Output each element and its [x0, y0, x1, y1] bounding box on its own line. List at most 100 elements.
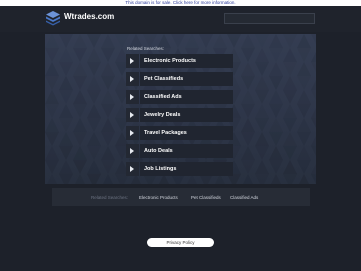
- related-link-item[interactable]: Pet Classifieds: [126, 72, 233, 86]
- link-body[interactable]: Job Listings: [140, 162, 233, 176]
- pattern-triangle: [255, 34, 269, 48]
- pattern-triangle: [283, 132, 297, 146]
- pattern-triangle: [255, 104, 269, 118]
- pattern-triangle: [255, 62, 269, 76]
- pattern-triangle: [283, 104, 297, 118]
- pattern-triangle: [87, 34, 101, 48]
- link-arrow-box[interactable]: [126, 144, 139, 158]
- link-arrow-box[interactable]: [126, 126, 139, 140]
- related-link-item[interactable]: Electronic Products: [126, 54, 233, 68]
- pattern-triangle: [297, 62, 311, 76]
- related-link-item[interactable]: Job Listings: [126, 162, 233, 176]
- pattern-triangle: [283, 160, 297, 174]
- pattern-triangle: [101, 118, 115, 132]
- pattern-triangle: [73, 118, 87, 132]
- pattern-triangle: [297, 118, 311, 132]
- related-link-label[interactable]: Classified Ads: [144, 94, 182, 100]
- link-body[interactable]: Classified Ads: [140, 90, 233, 104]
- pattern-triangle: [101, 90, 115, 104]
- chevron-right-icon: [130, 58, 134, 64]
- pattern-triangle: [241, 132, 255, 146]
- link-arrow-box[interactable]: [126, 162, 139, 176]
- pattern-triangle: [101, 62, 115, 76]
- pattern-triangle: [297, 76, 311, 90]
- search-input[interactable]: [224, 13, 315, 24]
- related-searches-label: Related Searches:: [127, 46, 165, 51]
- pattern-triangle: [243, 174, 253, 184]
- pattern-triangle: [311, 174, 316, 184]
- related-link-label[interactable]: Travel Packages: [144, 130, 187, 136]
- related-link-item[interactable]: Classified Ads: [126, 90, 233, 104]
- pattern-triangle: [73, 132, 87, 146]
- pattern-triangle: [255, 48, 269, 62]
- pattern-triangle: [241, 146, 255, 160]
- pattern-triangle: [297, 90, 311, 104]
- link-body[interactable]: Travel Packages: [140, 126, 233, 140]
- pattern-triangle: [255, 146, 269, 160]
- domain-sale-notice-text[interactable]: This domain is for sale. Click here for …: [125, 0, 235, 5]
- related-link-label[interactable]: Auto Deals: [144, 148, 173, 154]
- pattern-triangle: [311, 146, 316, 156]
- pattern-triangle: [101, 104, 115, 118]
- pattern-triangle: [47, 174, 57, 184]
- pattern-triangle: [311, 80, 316, 90]
- pattern-triangle: [283, 174, 297, 184]
- related-link-label[interactable]: Jewelry Deals: [144, 112, 180, 118]
- pattern-triangle: [59, 146, 73, 160]
- related-link-item[interactable]: Travel Packages: [126, 126, 233, 140]
- link-body[interactable]: Jewelry Deals: [140, 108, 233, 122]
- pattern-triangle: [269, 48, 283, 62]
- pattern-triangle: [241, 48, 255, 62]
- pattern-triangle: [269, 34, 283, 48]
- pattern-triangle: [59, 48, 73, 62]
- link-body[interactable]: Electronic Products: [140, 54, 233, 68]
- link-arrow-box[interactable]: [126, 108, 139, 122]
- pattern-triangle: [59, 104, 73, 118]
- bottom-link-pet-classifieds[interactable]: Pet Classifieds: [191, 195, 221, 200]
- pattern-triangle: [87, 48, 101, 62]
- pattern-triangle: [73, 76, 87, 90]
- pattern-triangle: [241, 160, 255, 174]
- pattern-triangle: [73, 90, 87, 104]
- link-arrow-box[interactable]: [126, 54, 139, 68]
- pattern-triangle: [283, 48, 297, 62]
- pattern-triangle: [101, 146, 115, 160]
- link-body[interactable]: Auto Deals: [140, 144, 233, 158]
- pattern-triangle: [269, 104, 283, 118]
- pattern-triangle: [45, 48, 59, 62]
- pattern-triangle: [311, 62, 316, 72]
- pattern-triangle: [255, 174, 269, 184]
- chevron-right-icon: [130, 112, 134, 118]
- link-arrow-box[interactable]: [126, 90, 139, 104]
- link-body[interactable]: Pet Classifieds: [140, 72, 233, 86]
- pattern-triangle: [213, 34, 227, 48]
- bottom-link-classified-ads[interactable]: Classified Ads: [230, 195, 258, 200]
- privacy-policy-button[interactable]: Privacy Policy: [147, 238, 214, 247]
- related-link-label[interactable]: Pet Classifieds: [144, 76, 183, 82]
- link-arrow-box[interactable]: [126, 72, 139, 86]
- pattern-triangle: [73, 62, 87, 76]
- pattern-triangle: [185, 34, 199, 48]
- pattern-triangle: [87, 132, 101, 146]
- related-link-item[interactable]: Jewelry Deals: [126, 108, 233, 122]
- pattern-triangle: [269, 160, 283, 174]
- pattern-triangle: [241, 34, 255, 48]
- related-link-label[interactable]: Job Listings: [144, 166, 176, 172]
- parked-domain-page: This domain is for sale. Click here for …: [0, 0, 361, 271]
- pattern-triangle: [59, 132, 73, 146]
- pattern-triangle: [311, 118, 316, 128]
- related-link-label[interactable]: Electronic Products: [144, 58, 196, 64]
- pattern-triangle: [271, 174, 281, 184]
- pattern-triangle: [269, 90, 283, 104]
- pattern-triangle: [75, 174, 85, 184]
- pattern-triangle: [73, 48, 87, 62]
- pattern-triangle: [87, 90, 101, 104]
- pattern-triangle: [255, 118, 269, 132]
- bottom-link-electronic-products[interactable]: Electronic Products: [139, 195, 178, 200]
- pattern-triangle: [283, 118, 297, 132]
- pattern-triangle: [45, 76, 59, 90]
- pattern-triangle: [45, 104, 59, 118]
- pattern-triangle: [311, 164, 316, 174]
- related-link-item[interactable]: Auto Deals: [126, 144, 233, 158]
- site-title[interactable]: Wtrades.com: [64, 12, 114, 21]
